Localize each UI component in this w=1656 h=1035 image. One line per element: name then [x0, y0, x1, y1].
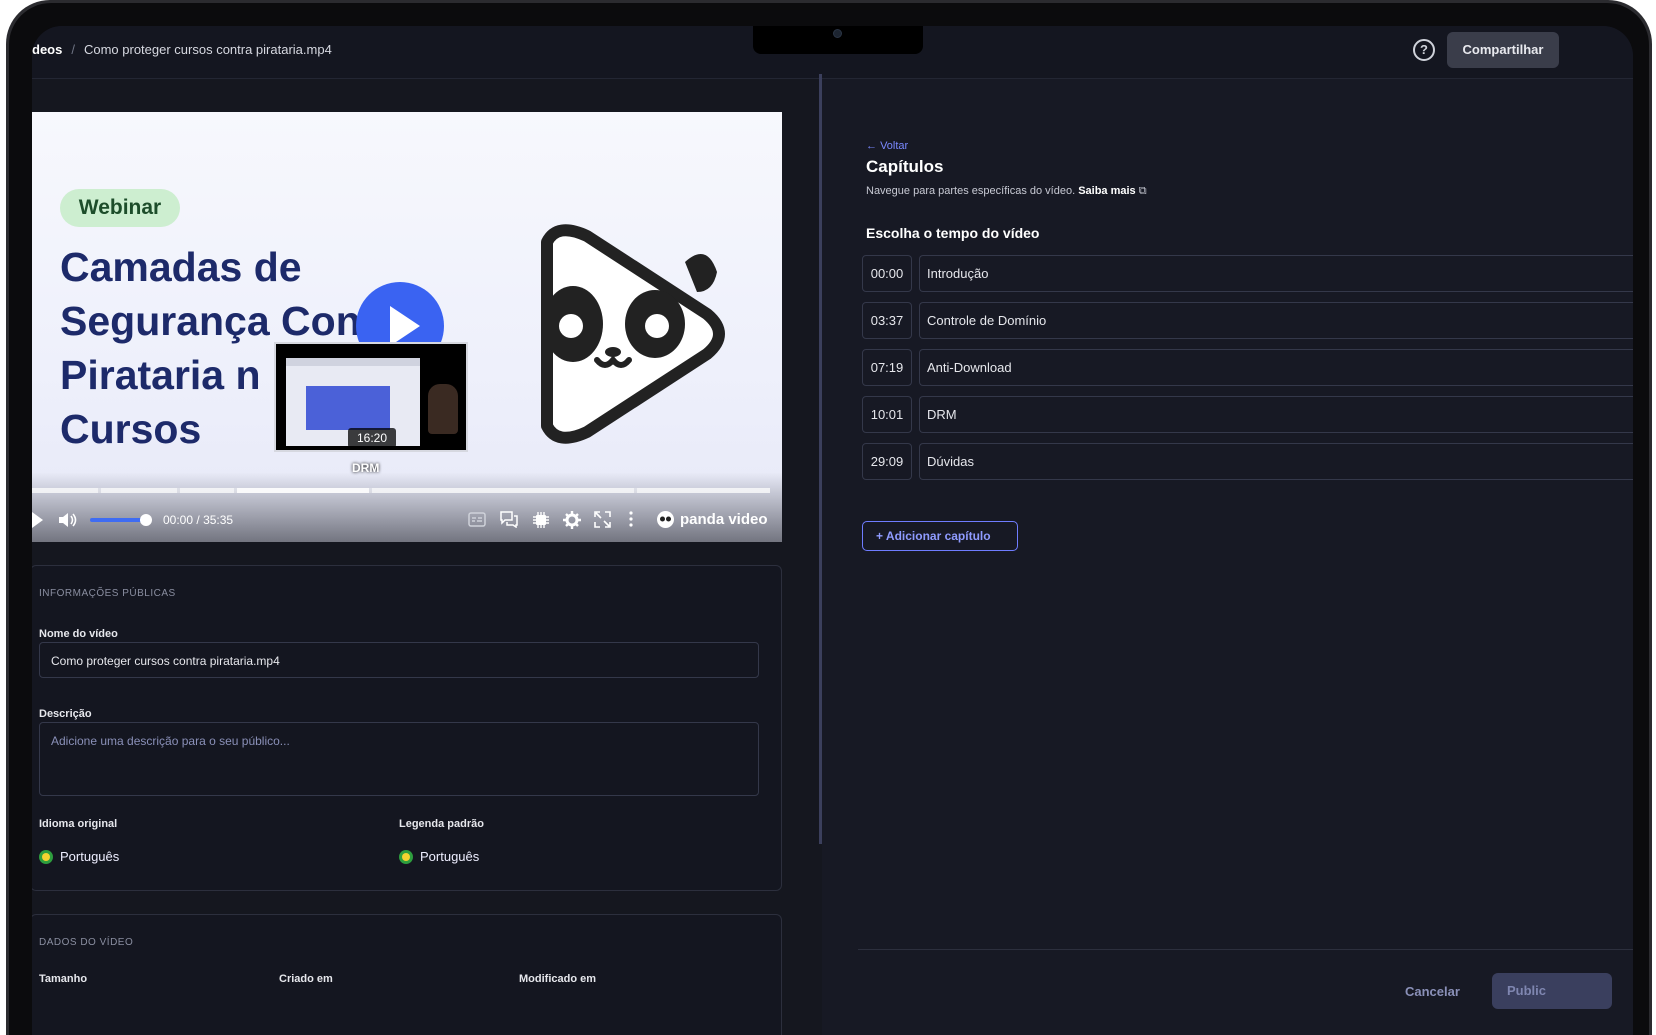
breadcrumb-current: Como proteger cursos contra pirataria.mp… — [83, 42, 332, 57]
breadcrumb: deos / Como proteger cursos contra pirat… — [32, 42, 332, 57]
back-link[interactable]: ← Voltar — [866, 140, 908, 152]
time-readout: 00:00 / 35:35 — [163, 513, 233, 527]
plus-icon: + — [876, 529, 884, 543]
chapters-subtitle: Navegue para partes específicas do vídeo… — [866, 185, 1147, 198]
default-subtitle-value: Português — [420, 849, 480, 864]
share-button[interactable]: Compartilhar — [1447, 32, 1559, 68]
progress-bar[interactable] — [32, 488, 770, 493]
modified-label: Modificado em — [519, 973, 597, 985]
captions-icon[interactable] — [468, 512, 486, 527]
chip-icon[interactable] — [532, 511, 550, 529]
add-chapter-label: Adicionar capítulo — [885, 529, 991, 543]
chapter-name-input[interactable]: Dúvidas — [919, 443, 1633, 480]
chapter-segment-hovered — [237, 488, 369, 493]
default-subtitle-select[interactable]: Português — [399, 849, 479, 864]
pick-time-heading: Escolha o tempo do vídeo — [866, 225, 1040, 241]
duration: 35:35 — [203, 513, 234, 527]
volume-slider[interactable] — [90, 518, 142, 522]
video-name-input[interactable]: Como proteger cursos contra pirataria.mp… — [39, 642, 759, 678]
panda-brand-icon — [657, 511, 674, 528]
chapter-segment — [637, 488, 770, 493]
video-data-card: DADOS DO VÍDEO Tamanho Criado em Modific… — [32, 914, 782, 1035]
video-name-label: Nome do vídeo — [39, 628, 118, 640]
panda-logo-icon — [541, 224, 725, 444]
current-time: 00:00 — [163, 513, 194, 527]
chapter-preview-thumbnail: 16:20 — [274, 342, 468, 452]
volume-icon[interactable] — [58, 512, 78, 528]
player-controls: 00:00 / 35:35 panda video — [32, 508, 782, 532]
brazil-flag-icon — [399, 849, 413, 864]
gear-icon[interactable] — [563, 511, 581, 529]
description-textarea[interactable]: Adicione uma descrição para o seu públic… — [39, 722, 759, 796]
preview-time: 16:20 — [348, 428, 396, 448]
cancel-button[interactable]: Cancelar — [1405, 984, 1460, 999]
chapter-segment — [101, 488, 177, 493]
public-info-card: INFORMAÇÕES PÚBLICAS Nome do vídeo Como … — [32, 565, 782, 891]
chapters-panel: ← Voltar Capítulos Navegue para partes e… — [822, 79, 1633, 1035]
volume-knob[interactable] — [140, 514, 152, 526]
time-separator: / — [196, 513, 200, 527]
brazil-flag-icon — [39, 849, 53, 864]
chapter-segment — [372, 488, 634, 493]
chapter-segment — [32, 488, 98, 493]
chapter-time-input[interactable]: 10:01 — [862, 396, 912, 433]
learn-more-link[interactable]: Saiba mais — [1078, 185, 1135, 197]
original-language-select[interactable]: Português — [39, 849, 119, 864]
external-link-icon[interactable]: ⧉ — [1139, 185, 1147, 197]
back-label: Voltar — [880, 140, 909, 152]
chapter-row: 07:19 Anti-Download — [862, 349, 1633, 386]
play-icon[interactable] — [32, 512, 44, 528]
footer-divider — [858, 949, 1633, 950]
chapters-title: Capítulos — [866, 157, 944, 176]
chapter-name-input[interactable]: Introdução — [919, 255, 1633, 292]
chapter-row: 10:01 DRM — [862, 396, 1633, 433]
video-data-heading: DADOS DO VÍDEO — [39, 937, 134, 948]
chapter-row: 00:00 Introdução — [862, 255, 1633, 292]
laptop-frame: deos / Como proteger cursos contra pirat… — [6, 0, 1652, 1035]
breadcrumb-separator: / — [71, 42, 75, 57]
original-language-label: Idioma original — [39, 818, 118, 830]
publish-button[interactable]: Public — [1492, 973, 1612, 1009]
headline-line: Camadas de — [60, 244, 302, 290]
camera-icon — [833, 29, 842, 38]
original-language-value: Português — [60, 849, 120, 864]
public-info-heading: INFORMAÇÕES PÚBLICAS — [39, 588, 176, 599]
panda-video-brand[interactable]: panda video — [680, 511, 768, 528]
size-label: Tamanho — [39, 973, 88, 985]
camera-notch — [753, 26, 923, 54]
arrow-left-icon: ← — [866, 140, 877, 152]
chat-icon[interactable] — [500, 511, 518, 528]
created-label: Criado em — [279, 973, 333, 985]
help-icon[interactable]: ? — [1413, 39, 1435, 61]
chapter-segment — [180, 488, 234, 493]
chapters-subtitle-text: Navegue para partes específicas do vídeo… — [866, 185, 1076, 197]
chapter-time-input[interactable]: 29:09 — [862, 443, 912, 480]
chapter-time-input[interactable]: 00:00 — [862, 255, 912, 292]
description-label: Descrição — [39, 708, 92, 720]
chapter-row: 03:37 Controle de Domínio — [862, 302, 1633, 339]
chapter-time-input[interactable]: 07:19 — [862, 349, 912, 386]
chapter-name-input[interactable]: Anti-Download — [919, 349, 1633, 386]
chapter-time-input[interactable]: 03:37 — [862, 302, 912, 339]
video-player[interactable]: Webinar Camadas de Segurança Contra Pira… — [32, 112, 782, 542]
default-subtitle-label: Legenda padrão — [399, 818, 484, 830]
screen: deos / Como proteger cursos contra pirat… — [32, 26, 1633, 1035]
fullscreen-icon[interactable] — [594, 511, 611, 528]
breadcrumb-parent[interactable]: deos — [32, 42, 62, 57]
chapter-row: 29:09 Dúvidas — [862, 443, 1633, 480]
webinar-badge: Webinar — [60, 189, 180, 227]
preview-presenter — [428, 384, 458, 434]
more-icon[interactable] — [629, 511, 633, 527]
chapter-name-input[interactable]: Controle de Domínio — [919, 302, 1633, 339]
add-chapter-button[interactable]: + Adicionar capítulo — [862, 521, 1018, 551]
chapter-name-input[interactable]: DRM — [919, 396, 1633, 433]
